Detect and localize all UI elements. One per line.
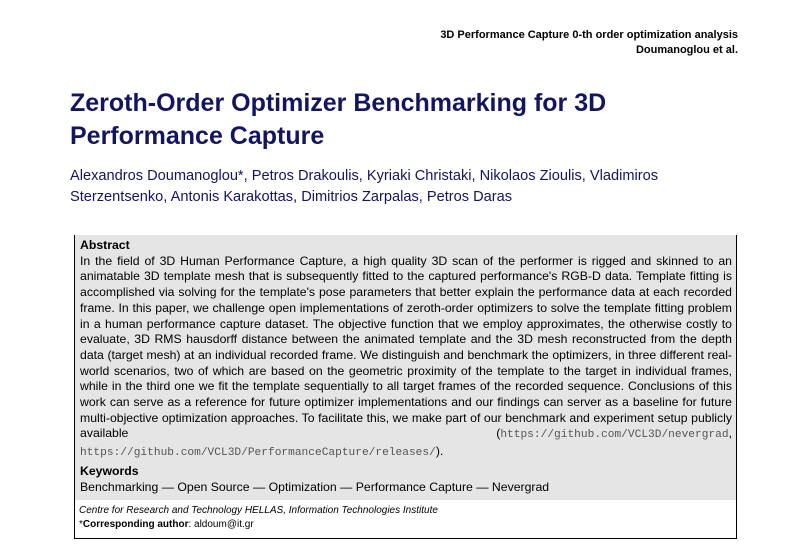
running-head-authors: Doumanoglou et al. [635, 44, 738, 56]
abstract-content: Abstract In the field of 3D Human Perfor… [80, 238, 732, 495]
github-nevergrad-link[interactable]: https://github.com/VCL3D/nevergrad [500, 429, 728, 441]
abstract-heading: Abstract [80, 238, 130, 252]
running-head: 3D Performance Capture 0-th order optimi… [440, 28, 738, 58]
author-list: Alexandros Doumanoglou*, Petros Drakouli… [70, 168, 659, 205]
abstract-end: ). [435, 444, 444, 459]
abstract-box: Abstract In the field of 3D Human Perfor… [74, 235, 737, 500]
abstract-text: In the field of 3D Human Performance Cap… [80, 253, 732, 441]
running-head-title: 3D Performance Capture 0-th order optimi… [440, 29, 738, 41]
affiliation: Centre for Research and Technology HELLA… [79, 505, 438, 516]
keywords-list: Benchmarking — Open Source — Optimizatio… [80, 479, 550, 494]
footer-box: Centre for Research and Technology HELLA… [74, 500, 737, 539]
keywords-heading: Keywords [80, 463, 139, 478]
abstract-body: In the field of 3D Human Performance Cap… [80, 254, 732, 462]
paper-title: Zeroth-Order Optimizer Benchmarking for … [70, 89, 607, 150]
github-performancecapture-link[interactable]: https://github.com/VCL3D/PerformanceCapt… [80, 447, 436, 459]
corresponding-label: Corresponding author [82, 519, 189, 530]
corresponding-author: *Corresponding author: aldoum@it.gr [79, 519, 254, 530]
footer-content: Centre for Research and Technology HELLA… [79, 504, 438, 532]
corresponding-email: : aldoum@it.gr [188, 519, 254, 530]
abstract-link-separator: , [728, 426, 732, 441]
